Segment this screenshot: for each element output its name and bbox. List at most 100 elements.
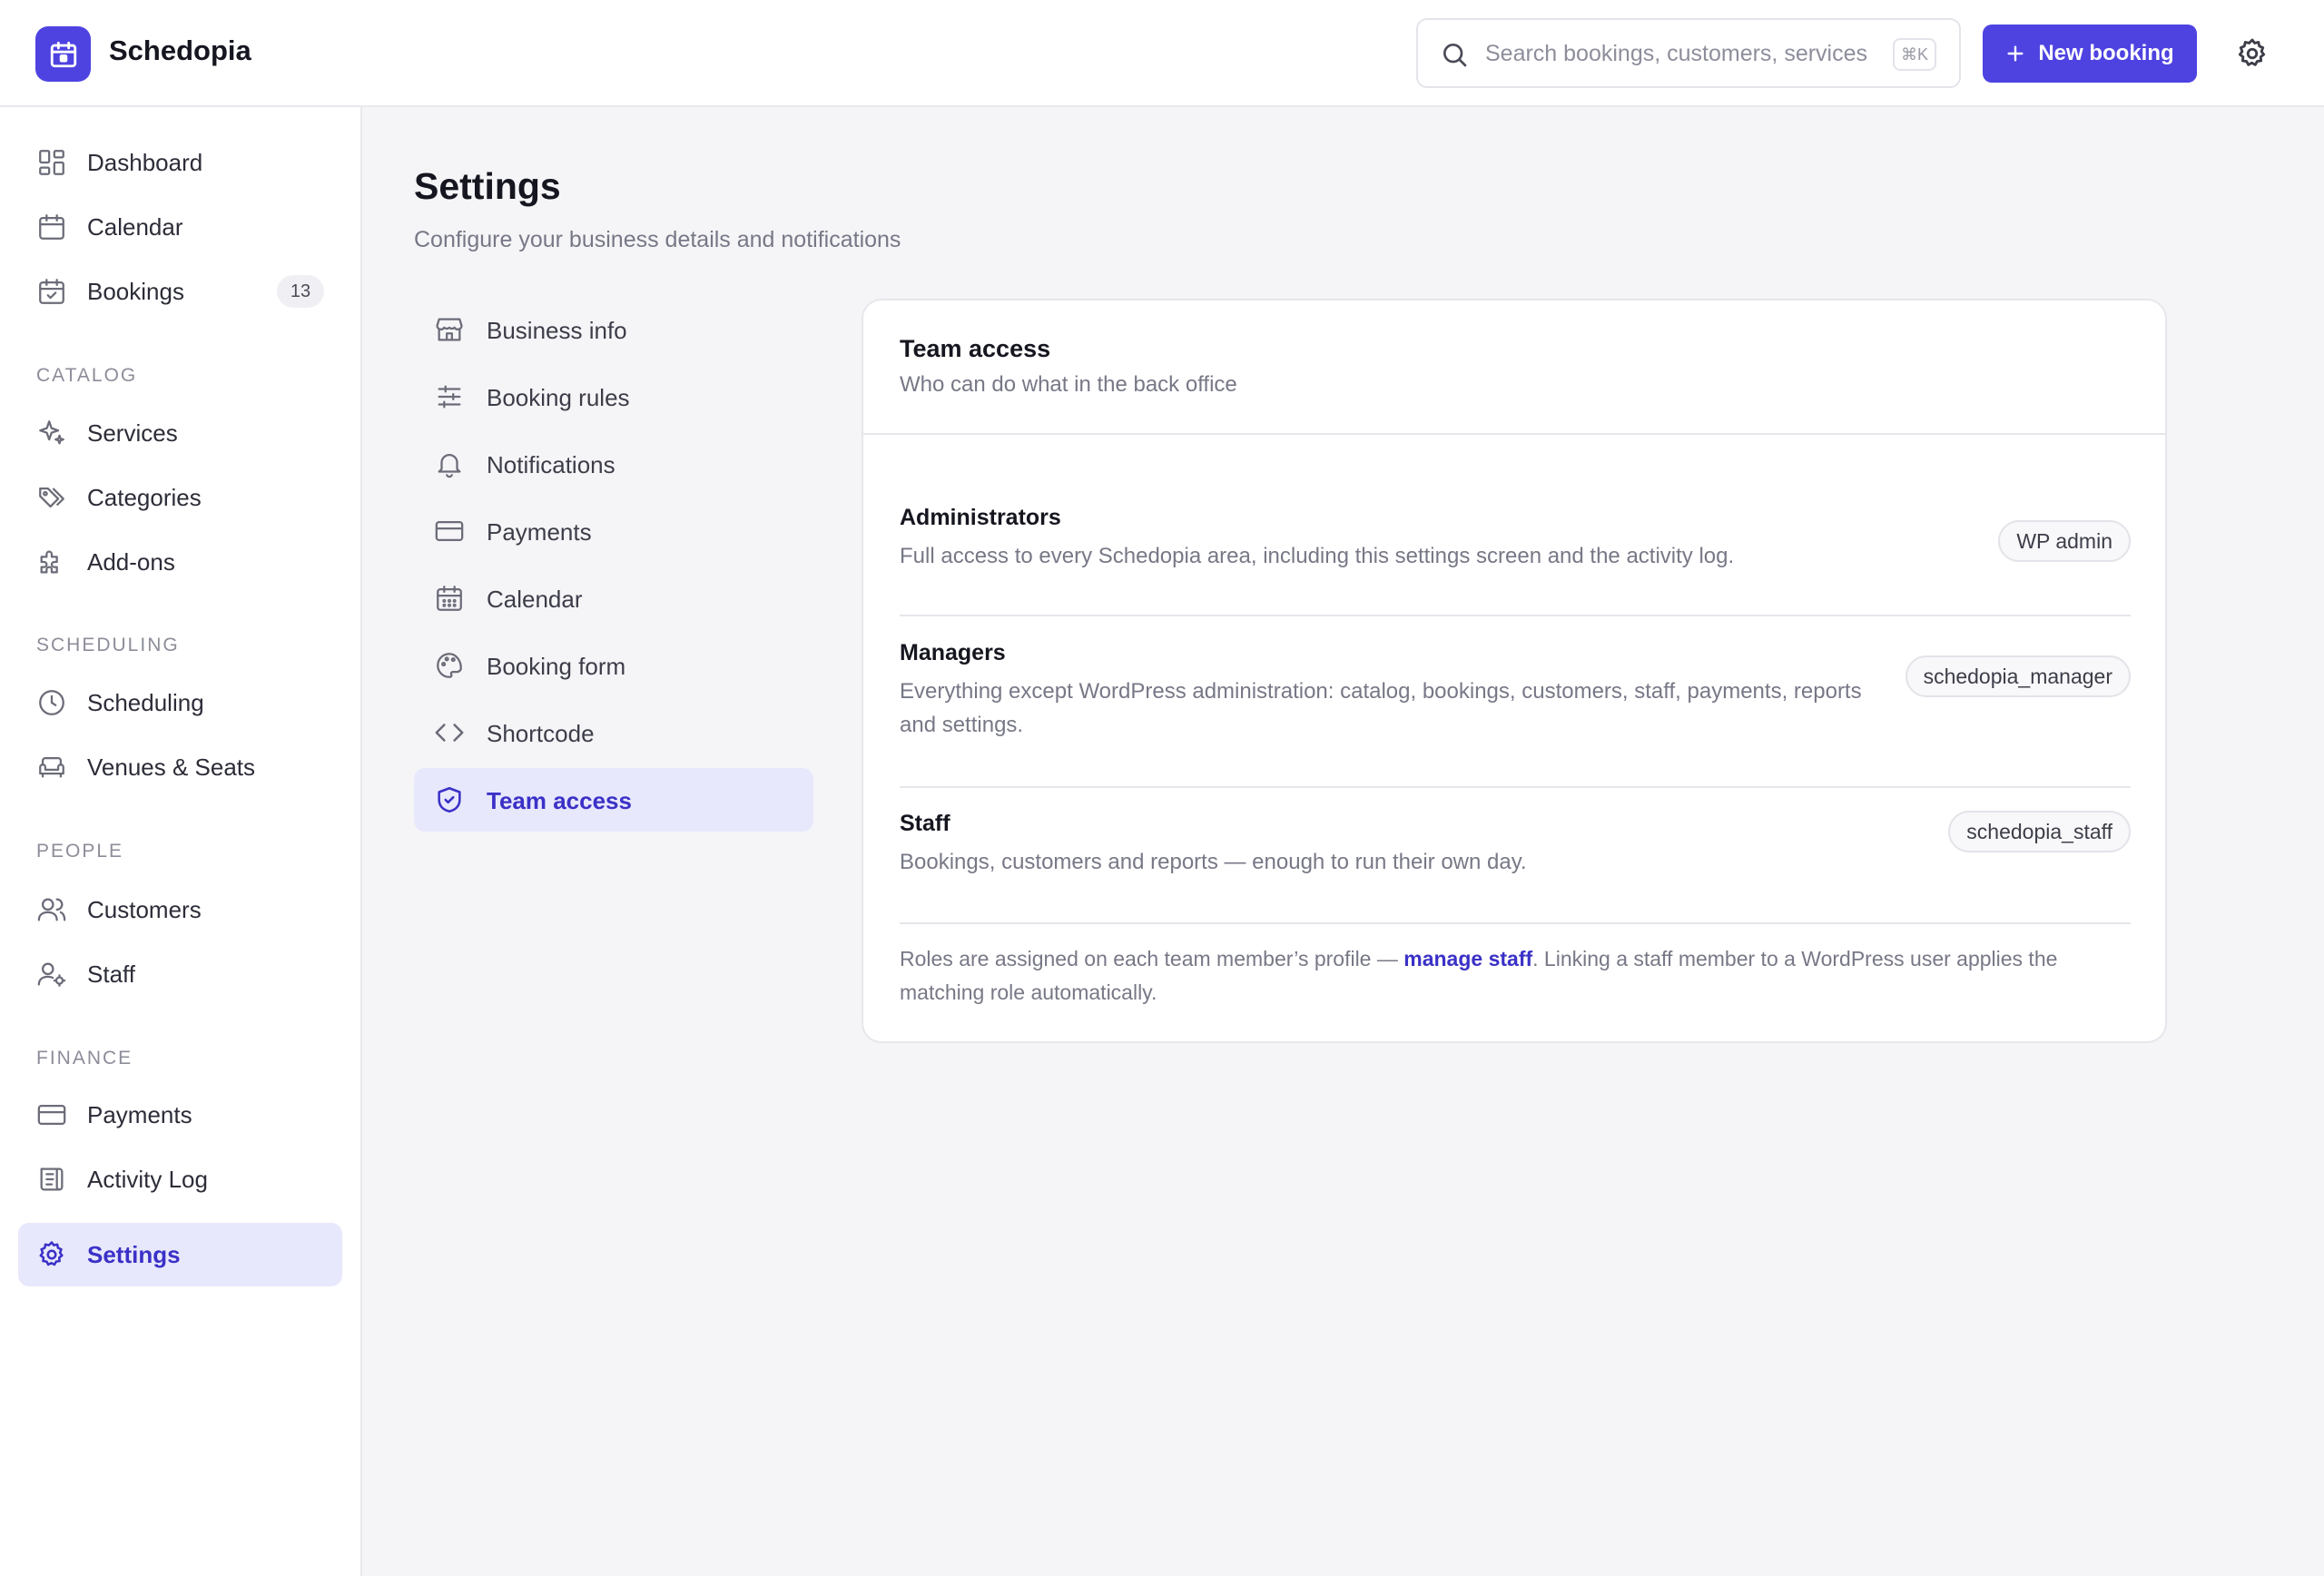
plus-icon xyxy=(2007,45,2024,62)
calendar-check-icon xyxy=(39,279,64,304)
section-title-people: PEOPLE xyxy=(36,841,124,862)
settings-nav-shortcode[interactable]: Shortcode xyxy=(414,701,813,764)
role-description: Everything except WordPress administrati… xyxy=(900,679,1862,737)
new-booking-label: New booking xyxy=(2038,41,2174,65)
manage-staff-link[interactable]: manage staff xyxy=(1403,947,1532,970)
store-icon xyxy=(436,318,463,341)
sidebar-item-venues-seats[interactable]: Venues & Seats xyxy=(18,735,342,799)
sidebar-item-label: Add-ons xyxy=(87,547,175,576)
search-box[interactable]: Search bookings, customers, services ⌘K xyxy=(1416,18,1961,88)
brand-name: Schedopia xyxy=(109,34,251,66)
credit-card-icon xyxy=(37,1104,66,1126)
settings-nav-label: Booking form xyxy=(487,653,626,680)
puzzle-icon xyxy=(40,550,58,574)
role-name: Staff xyxy=(900,811,950,836)
settings-nav-team-access[interactable]: Team access xyxy=(414,768,813,832)
page-subtitle: Configure your business details and noti… xyxy=(414,227,901,252)
sidebar-item-label: Bookings xyxy=(87,277,184,305)
bell-icon xyxy=(438,454,461,478)
calendar-icon xyxy=(437,586,462,611)
role-row-administrators: Administrators Full access to every Sche… xyxy=(900,505,2131,616)
sidebar-item-categories[interactable]: Categories xyxy=(18,466,342,529)
page-title: Settings xyxy=(414,165,561,207)
search-input[interactable]: Search bookings, customers, services xyxy=(1485,41,1867,67)
role-tag: schedopia_staff xyxy=(1948,811,2131,852)
sidebar-item-dashboard[interactable]: Dashboard xyxy=(18,131,342,194)
sidebar-item-label: Customers xyxy=(87,895,202,923)
settings-nav-label: Payments xyxy=(487,518,592,546)
settings-nav-label: Team access xyxy=(487,787,632,814)
sidebar-item-services[interactable]: Services xyxy=(18,401,342,465)
settings-nav-label: Business info xyxy=(487,317,627,344)
card-subtitle: Who can do what in the back office xyxy=(900,372,1237,397)
roles-footnote: Roles are assigned on each team member’s… xyxy=(900,942,2131,1010)
sliders-icon xyxy=(438,385,461,409)
sidebar-item-calendar[interactable]: Calendar xyxy=(18,195,342,259)
card-header: Team access Who can do what in the back … xyxy=(863,300,2165,435)
sidebar-item-activity-log[interactable]: Activity Log xyxy=(18,1148,342,1211)
section-title-catalog: CATALOG xyxy=(36,365,138,386)
scroll-icon xyxy=(40,1167,64,1191)
sparkles-icon xyxy=(39,420,64,445)
sidebar-item-label: Services xyxy=(87,419,178,447)
sidebar-item-label: Payments xyxy=(87,1100,192,1128)
clock-icon xyxy=(39,690,64,715)
sidebar-item-label: Categories xyxy=(87,483,202,511)
sidebar-item-add-ons[interactable]: Add-ons xyxy=(18,530,342,594)
dashboard-icon xyxy=(39,150,64,175)
sidebar-item-label: Staff xyxy=(87,960,136,988)
sidebar-item-settings[interactable]: Settings xyxy=(18,1223,342,1286)
settings-nav-calendar[interactable]: Calendar xyxy=(414,566,813,630)
role-row-staff: Staff Bookings, customers and reports — … xyxy=(900,811,2131,924)
sidebar-item-label: Activity Log xyxy=(87,1165,208,1193)
team-access-card: Team access Who can do what in the back … xyxy=(862,299,2167,1043)
credit-card-icon xyxy=(435,520,464,542)
settings-nav-notifications[interactable]: Notifications xyxy=(414,432,813,496)
sidebar-item-label: Calendar xyxy=(87,212,183,241)
footnote-text-before: Roles are assigned on each team member’s… xyxy=(900,947,1404,970)
sidebar-item-bookings[interactable]: Bookings 13 xyxy=(18,260,342,323)
card-title: Team access xyxy=(900,335,1051,362)
sidebar-item-scheduling[interactable]: Scheduling xyxy=(18,671,342,734)
sidebar-item-label: Venues & Seats xyxy=(87,753,256,781)
settings-nav-business-info[interactable]: Business info xyxy=(414,298,813,361)
new-booking-button[interactable]: New booking xyxy=(1983,25,2197,83)
main-content: Settings Configure your business details… xyxy=(363,109,2324,1576)
sofa-icon xyxy=(39,756,64,778)
settings-nav-booking-rules[interactable]: Booking rules xyxy=(414,365,813,428)
bookings-count-badge: 13 xyxy=(277,275,324,308)
palette-icon xyxy=(437,653,462,678)
tags-icon xyxy=(39,487,64,508)
sidebar: Dashboard Calendar Bookings 13 CATALOG S… xyxy=(0,107,362,1576)
user-gear-icon xyxy=(37,962,66,987)
search-icon xyxy=(1443,44,1467,67)
role-name: Managers xyxy=(900,640,1006,665)
sidebar-item-label: Settings xyxy=(87,1240,181,1268)
role-name: Administrators xyxy=(900,505,1061,530)
section-title-finance: FINANCE xyxy=(36,1048,133,1069)
role-tag: WP admin xyxy=(1998,520,2131,562)
settings-nav-label: Calendar xyxy=(487,586,583,613)
settings-nav-label: Notifications xyxy=(487,451,615,478)
logo[interactable] xyxy=(35,26,91,82)
sidebar-item-staff[interactable]: Staff xyxy=(18,942,342,1006)
shield-check-icon xyxy=(438,786,461,813)
sidebar-item-label: Dashboard xyxy=(87,148,203,176)
sidebar-item-customers[interactable]: Customers xyxy=(18,878,342,941)
sidebar-item-label: Scheduling xyxy=(87,688,204,716)
gear-icon xyxy=(39,1241,64,1266)
code-icon xyxy=(435,724,464,742)
gear-icon[interactable] xyxy=(2235,36,2270,71)
section-title-scheduling: SCHEDULING xyxy=(36,635,180,655)
settings-nav-payments[interactable]: Payments xyxy=(414,499,813,563)
top-bar: Schedopia Search bookings, customers, se… xyxy=(0,0,2324,107)
calendar-logo-icon xyxy=(50,41,76,67)
sidebar-item-payments[interactable]: Payments xyxy=(18,1083,342,1147)
role-row-managers: Managers Everything except WordPress adm… xyxy=(900,640,2131,788)
settings-nav-label: Booking rules xyxy=(487,384,630,411)
search-shortcut-hint: ⌘K xyxy=(1893,38,1936,71)
settings-nav-label: Shortcode xyxy=(487,720,595,747)
role-tag: schedopia_manager xyxy=(1905,655,2131,697)
settings-nav-booking-form[interactable]: Booking form xyxy=(414,634,813,697)
role-description: Full access to every Schedopia area, inc… xyxy=(900,544,1735,568)
